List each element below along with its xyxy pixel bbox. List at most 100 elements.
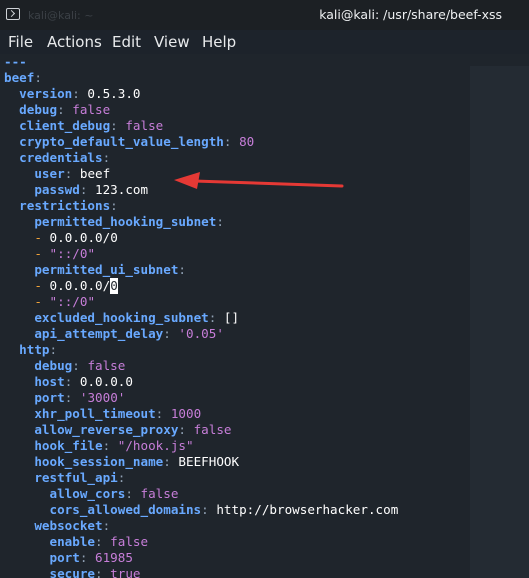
yaml-key: passwd (34, 182, 80, 197)
code-line: user: beef (34, 166, 111, 181)
yaml-value: 0.0.0.0/ (49, 278, 111, 293)
yaml-value: "::/0" (49, 294, 96, 309)
yaml-key: crypto_default_value_length (19, 134, 224, 149)
code-line: beef: (4, 70, 42, 85)
code-line: http: (19, 342, 58, 357)
code-line: crypto_default_value_length: 80 (19, 134, 255, 149)
yaml-key: allow_cors (49, 486, 126, 501)
code-line: xhr_poll_timeout: 1000 (34, 406, 202, 421)
menu-file[interactable]: File (8, 33, 33, 51)
yaml-key: debug (34, 358, 73, 373)
code-line: - "::/0" (34, 294, 96, 309)
code-line: - 0.0.0.0/0 (34, 278, 118, 294)
yaml-key: credentials (19, 150, 103, 165)
yaml-value: false (140, 486, 179, 501)
yaml-value: beef (79, 166, 111, 181)
yaml-value: false (72, 102, 111, 117)
yaml-value: 80 (239, 134, 255, 149)
yaml-value: false (87, 358, 126, 373)
yaml-key: cors_allowed_domains (49, 502, 202, 517)
yaml-key: debug (19, 102, 58, 117)
yaml-key: port (49, 550, 80, 565)
yaml-key: websocket (34, 518, 103, 533)
code-line: hook_session_name: BEEFHOOK (34, 454, 240, 469)
yaml-value: "/hook.js" (117, 438, 194, 453)
yaml-key: version (19, 86, 73, 101)
code-line: allow_cors: false (49, 486, 179, 501)
background-window (470, 66, 529, 578)
red-arrow-icon (174, 172, 344, 189)
code-line: debug: false (19, 102, 111, 117)
window-title: kali@kali: /usr/share/beef-xss (319, 7, 502, 22)
menu-edit[interactable]: Edit (112, 33, 141, 51)
yaml-key: client_debug (19, 118, 111, 133)
yaml-value: BEEFHOOK (178, 454, 240, 469)
code-line: excluded_hooking_subnet: [] (34, 310, 240, 325)
yaml-value: 0.5.3.0 (87, 86, 141, 101)
yaml-value: 0.0.0.0/0 (49, 230, 118, 245)
yaml-key: restrictions (19, 198, 111, 213)
yaml-key: permitted_ui_subnet (34, 262, 179, 277)
menu-actions[interactable]: Actions (47, 33, 102, 51)
code-line: websocket: (34, 518, 111, 533)
code-line: api_attempt_delay: '0.05' (34, 326, 224, 341)
code-line: version: 0.5.3.0 (19, 86, 141, 101)
yaml-value: 61985 (95, 550, 133, 565)
yaml-key: port (34, 390, 65, 405)
terminal-editor[interactable]: --- beef: version: 0.5.3.0 debug: false … (0, 54, 529, 578)
yaml-key: user (34, 166, 65, 181)
text-cursor: 0 (110, 278, 118, 294)
yaml-key: excluded_hooking_subnet (34, 310, 209, 325)
code-line: --- (4, 54, 27, 70)
yaml-key: host (34, 374, 65, 389)
yaml-value: 123.com (95, 182, 149, 197)
yaml-value: 1000 (170, 406, 202, 421)
code-line: credentials: (19, 150, 111, 165)
yaml-value: "::/0" (49, 246, 96, 261)
title-bar: kali@kali: ~ kali@kali: /usr/share/beef-… (0, 0, 529, 30)
yaml-value: http://browserhacker.com (216, 502, 399, 517)
yaml-key: allow_reverse_proxy (34, 422, 179, 437)
code-line: restful_api: (34, 470, 126, 485)
yaml-key: hook_session_name (34, 454, 164, 469)
yaml-value: '3000' (79, 390, 126, 405)
yaml-value: true (110, 566, 141, 578)
code-line: cors_allowed_domains: http://browserhack… (49, 502, 399, 517)
yaml-value: false (110, 534, 149, 549)
yaml-value: '0.05' (178, 326, 224, 341)
code-line: secure: true (4, 566, 141, 578)
doc-start: --- (4, 54, 27, 69)
yaml-value: false (193, 422, 232, 437)
code-line: client_debug: false (19, 118, 164, 133)
yaml-value: 0.0.0.0 (79, 374, 133, 389)
yaml-key: permitted_hooking_subnet (34, 214, 217, 229)
yaml-key: xhr_poll_timeout (34, 406, 156, 421)
yaml-key: beef (4, 70, 35, 85)
code-line: enable: false (49, 534, 149, 549)
code-line: debug: false (34, 358, 126, 373)
background-window-title: kali@kali: ~ (28, 9, 94, 22)
yaml-key: restful_api (34, 470, 118, 485)
code-line: port: '3000' (34, 390, 126, 405)
code-line: permitted_hooking_subnet: (34, 214, 224, 229)
menu-help[interactable]: Help (202, 33, 236, 51)
code-line: passwd: 123.com (34, 182, 149, 197)
yaml-key: hook_file (34, 438, 103, 453)
menu-bar: File Actions Edit View Help (0, 30, 529, 54)
yaml-key: enable (49, 534, 96, 549)
code-line: host: 0.0.0.0 (34, 374, 133, 389)
code-line: allow_reverse_proxy: false (34, 422, 232, 437)
yaml-key: secure (49, 566, 96, 578)
yaml-value: [] (223, 310, 240, 325)
menu-view[interactable]: View (154, 33, 190, 51)
code-line: restrictions: (19, 198, 118, 213)
code-line: permitted_ui_subnet: (34, 262, 186, 277)
code-line: - 0.0.0.0/0 (34, 230, 118, 245)
yaml-key: api_attempt_delay (34, 326, 164, 341)
code-line: hook_file: "/hook.js" (34, 438, 194, 453)
terminal-icon (6, 8, 20, 20)
yaml-key: http (19, 342, 50, 357)
yaml-value: false (125, 118, 164, 133)
code-line: - "::/0" (34, 246, 96, 261)
code-line: port: 61985 (49, 550, 133, 565)
